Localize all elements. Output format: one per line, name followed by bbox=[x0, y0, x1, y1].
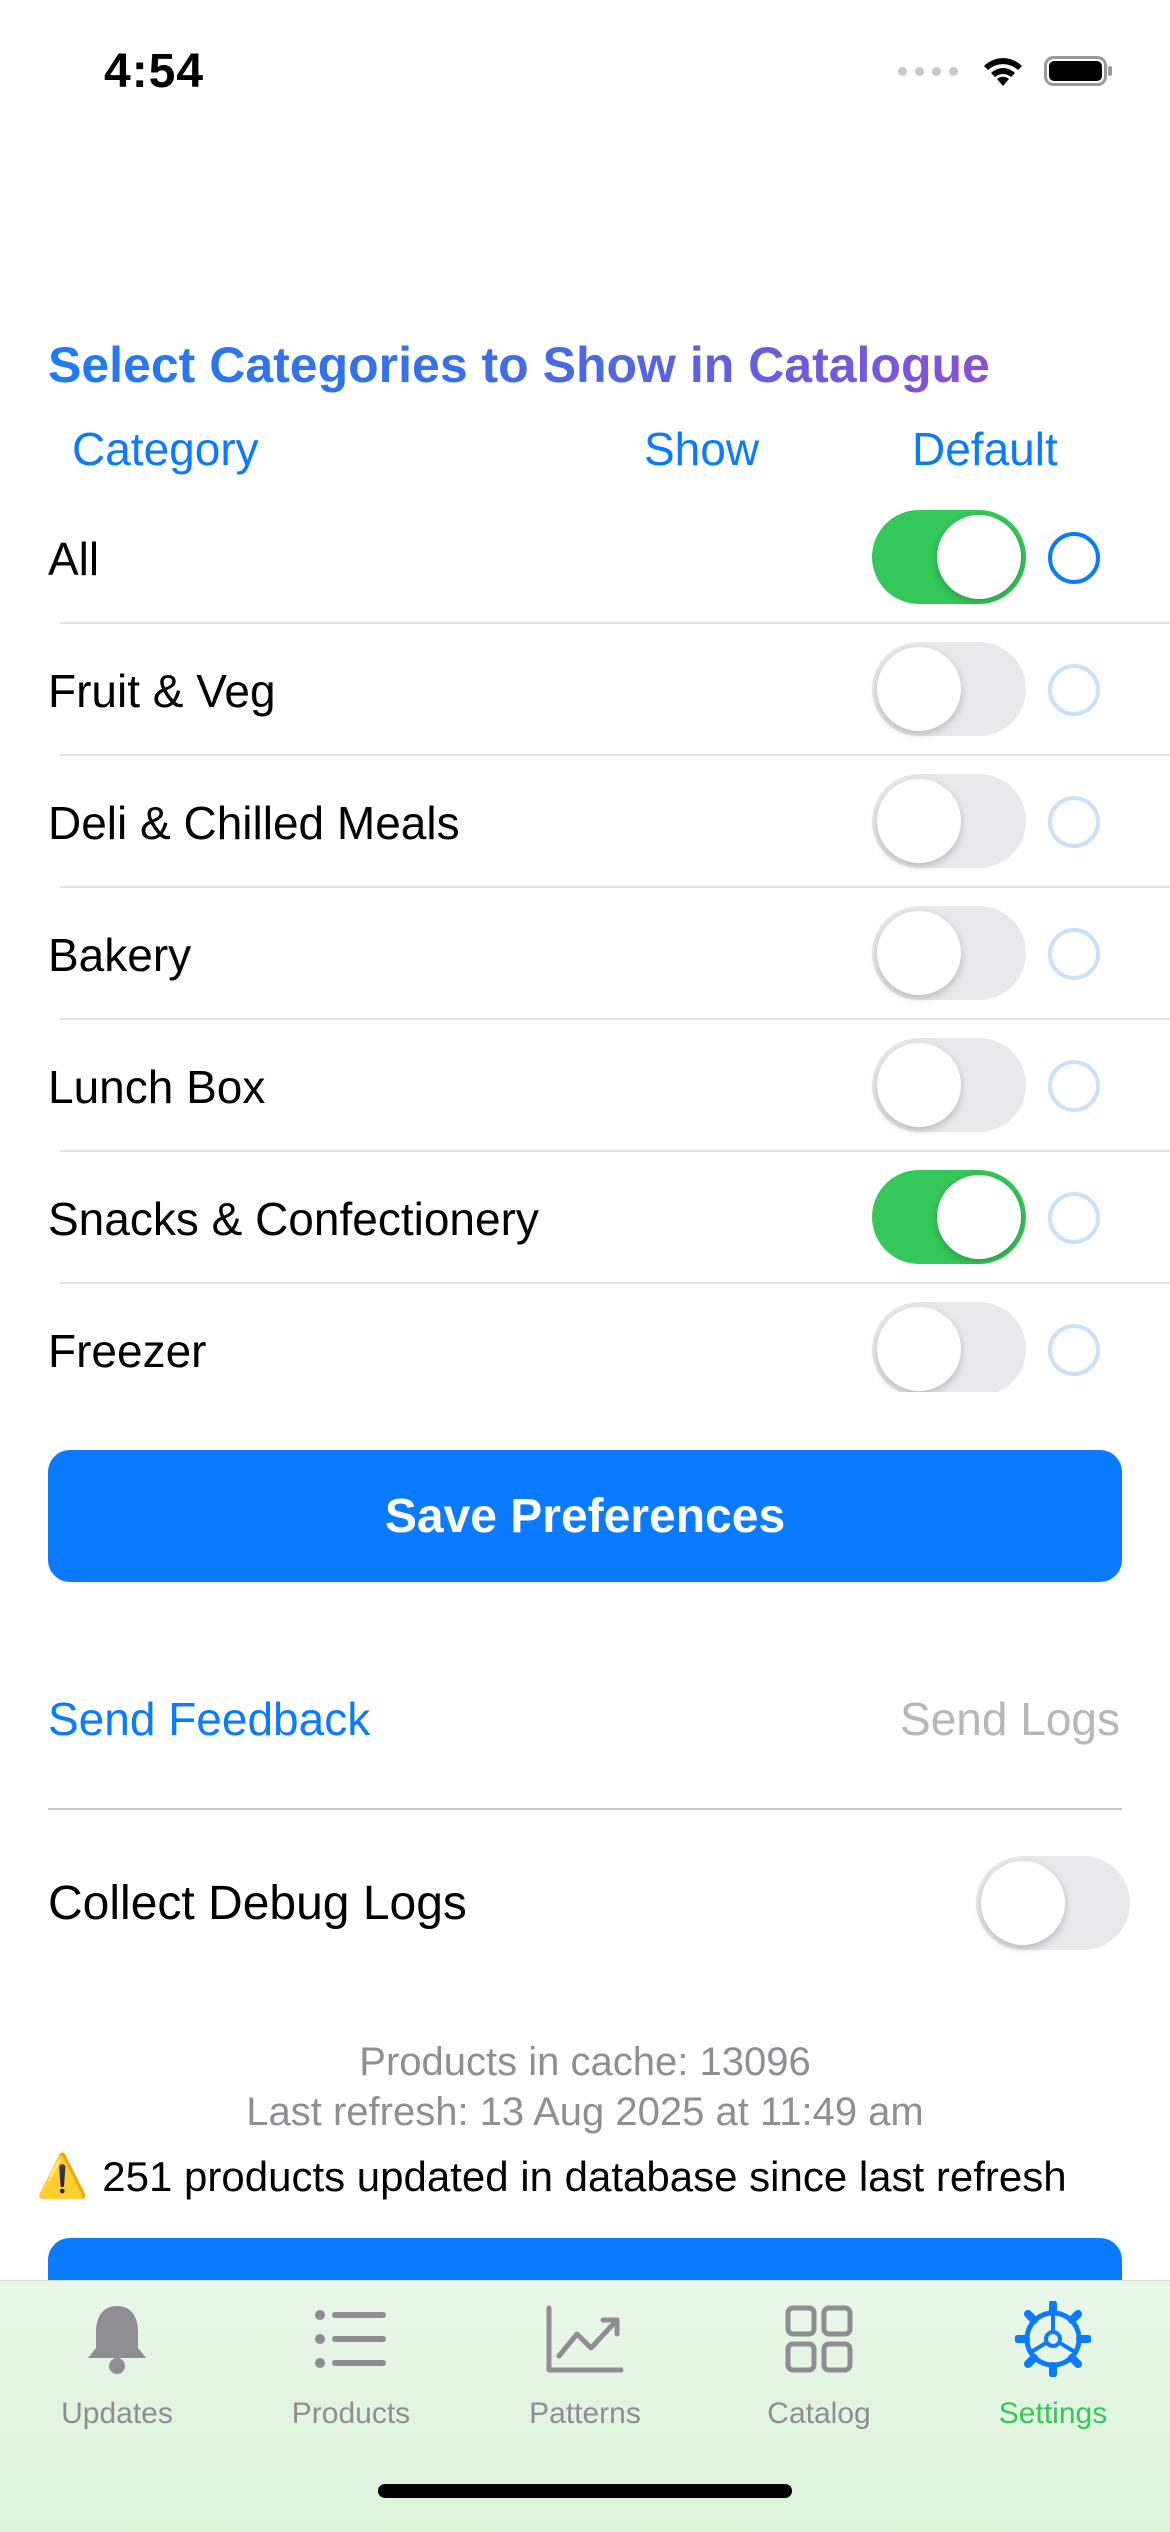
save-preferences-button[interactable]: Save Preferences bbox=[48, 1450, 1122, 1582]
default-radio[interactable] bbox=[1048, 1060, 1100, 1112]
column-header-show: Show bbox=[644, 423, 760, 475]
category-label: All bbox=[48, 533, 100, 585]
tab-updates[interactable]: Updates bbox=[0, 2299, 234, 2431]
category-row-lunch-box: Lunch Box bbox=[0, 1020, 1170, 1152]
category-row-bakery: Bakery bbox=[0, 888, 1170, 1020]
cache-count-text: Products in cache: 13096 bbox=[359, 2040, 811, 2084]
home-indicator bbox=[378, 2484, 792, 2498]
show-toggle[interactable] bbox=[872, 774, 1026, 868]
show-toggle[interactable] bbox=[872, 1302, 1026, 1392]
category-row-all: All bbox=[0, 492, 1170, 624]
debug-logs-label: Collect Debug Logs bbox=[48, 1877, 467, 1930]
tab-label: Settings bbox=[998, 2397, 1108, 2430]
page-title: Select Categories to Show in Catalogue bbox=[48, 337, 990, 393]
toggle-knob bbox=[877, 911, 961, 995]
bell-icon bbox=[77, 2299, 157, 2379]
category-row-fruit-veg: Fruit & Veg bbox=[0, 624, 1170, 756]
status-time: 4:54 bbox=[104, 45, 205, 98]
default-radio[interactable] bbox=[1048, 796, 1100, 848]
send-feedback-link[interactable]: Send Feedback bbox=[48, 1692, 370, 1746]
show-toggle[interactable] bbox=[872, 642, 1026, 736]
grid-icon bbox=[779, 2299, 859, 2379]
tab-catalog[interactable]: Catalog bbox=[702, 2299, 936, 2431]
default-radio[interactable] bbox=[1048, 1324, 1100, 1376]
default-radio[interactable] bbox=[1048, 1192, 1100, 1244]
toggle-knob bbox=[937, 515, 1021, 599]
show-toggle[interactable] bbox=[872, 1170, 1026, 1264]
wifi-icon bbox=[984, 58, 1022, 86]
category-label: Fruit & Veg bbox=[48, 665, 276, 717]
battery-icon bbox=[1044, 56, 1112, 86]
toggle-knob bbox=[877, 779, 961, 863]
warning-text: 251 products updated in database since l… bbox=[102, 2152, 1067, 2200]
category-list[interactable]: All Fruit & Veg Deli & Chilled Meals Bak… bbox=[0, 492, 1170, 1392]
update-warning: ⚠️ 251 products updated in database sinc… bbox=[36, 2152, 1067, 2201]
category-label: Lunch Box bbox=[48, 1061, 266, 1113]
default-radio[interactable] bbox=[1048, 928, 1100, 980]
tab-label: Patterns bbox=[529, 2397, 641, 2430]
show-toggle[interactable] bbox=[872, 906, 1026, 1000]
default-radio[interactable] bbox=[1048, 664, 1100, 716]
tab-label: Catalog bbox=[767, 2397, 871, 2430]
section-divider bbox=[48, 1808, 1122, 1810]
last-refresh-text: Last refresh: 13 Aug 2025 at 11:49 am bbox=[246, 2090, 924, 2134]
gear-icon bbox=[1013, 2299, 1093, 2379]
category-label: Bakery bbox=[48, 929, 192, 981]
toggle-knob bbox=[877, 1043, 961, 1127]
default-radio[interactable] bbox=[1048, 532, 1100, 584]
status-icons bbox=[898, 54, 1114, 88]
status-bar: 4:54 bbox=[0, 0, 1170, 150]
chart-icon bbox=[545, 2299, 625, 2379]
tab-label: Updates bbox=[61, 2397, 173, 2430]
debug-logs-toggle[interactable] bbox=[976, 1856, 1130, 1950]
tab-patterns[interactable]: Patterns bbox=[468, 2299, 702, 2431]
tab-label: Products bbox=[291, 2397, 411, 2430]
send-logs-button[interactable]: Send Logs bbox=[900, 1692, 1120, 1746]
category-row-snacks: Snacks & Confectionery bbox=[0, 1152, 1170, 1284]
column-header-category: Category bbox=[72, 423, 259, 475]
show-toggle[interactable] bbox=[872, 510, 1026, 604]
category-row-freezer: Freezer bbox=[0, 1284, 1170, 1392]
toggle-knob bbox=[937, 1175, 1021, 1259]
column-header-default: Default bbox=[912, 423, 1058, 475]
toggle-knob bbox=[981, 1861, 1065, 1945]
category-label: Snacks & Confectionery bbox=[48, 1193, 539, 1245]
tab-settings[interactable]: Settings bbox=[936, 2299, 1170, 2431]
toggle-knob bbox=[877, 647, 961, 731]
category-row-deli: Deli & Chilled Meals bbox=[0, 756, 1170, 888]
list-icon bbox=[311, 2299, 391, 2379]
toggle-knob bbox=[877, 1307, 961, 1391]
category-label: Deli & Chilled Meals bbox=[48, 797, 460, 849]
tab-products[interactable]: Products bbox=[234, 2299, 468, 2431]
warning-icon: ⚠️ bbox=[36, 2152, 89, 2199]
category-label: Freezer bbox=[48, 1325, 207, 1377]
cellular-signal-icon bbox=[898, 66, 958, 76]
show-toggle[interactable] bbox=[872, 1038, 1026, 1132]
